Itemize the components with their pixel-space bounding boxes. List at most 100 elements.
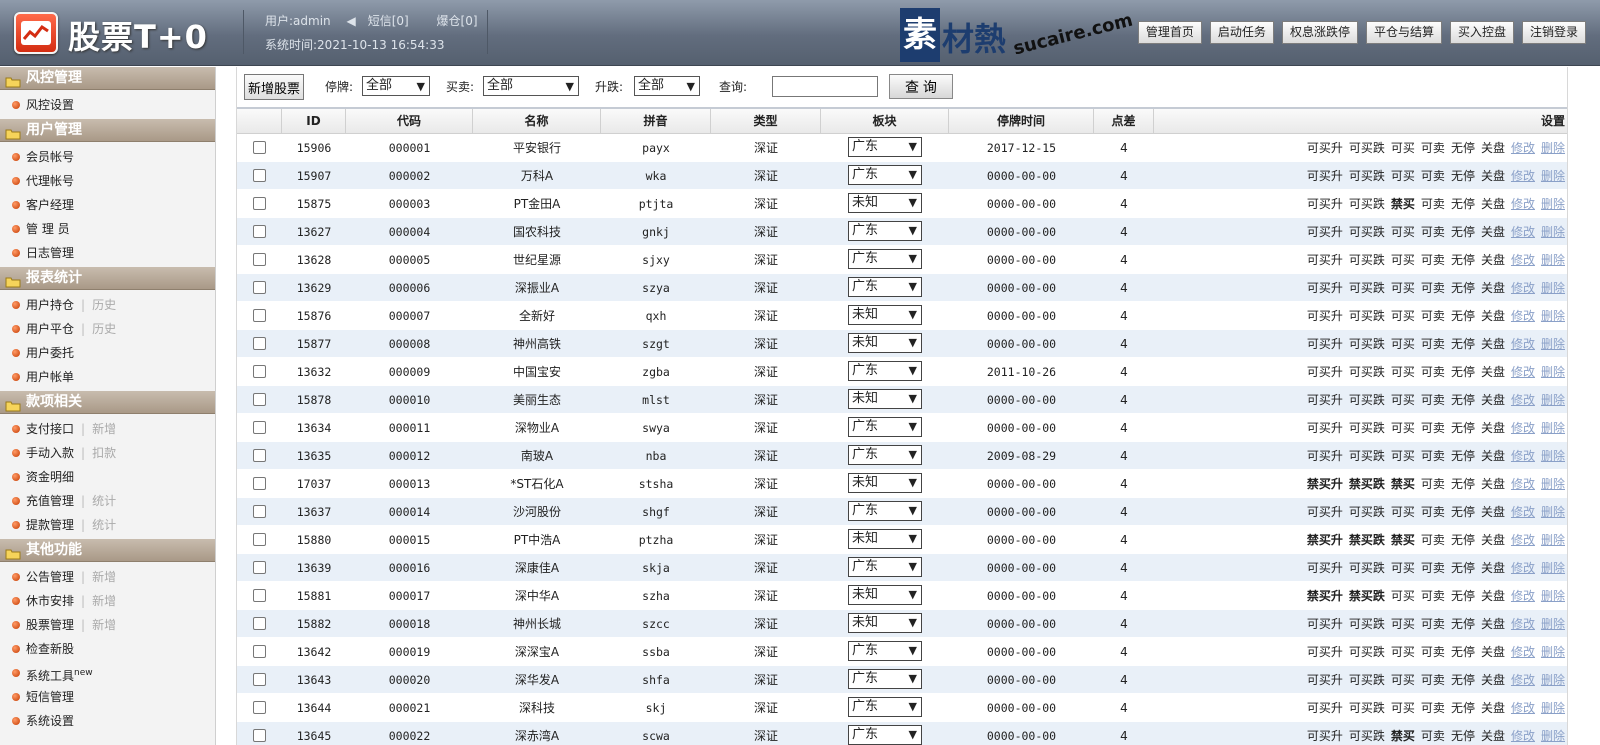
plate-select[interactable]: 广东 ▼ [848,361,922,381]
sidebar-item-label[interactable]: 用户平仓 [26,322,74,336]
sidebar-item-label[interactable]: 用户帐单 [26,370,74,384]
suspend-select[interactable]: 全部 ▼ [362,76,430,96]
toggle-action[interactable]: 可买跌 [1349,393,1385,407]
row-checkbox[interactable] [253,421,266,434]
edit-link[interactable]: 修改 [1511,281,1535,295]
delete-link[interactable]: 删除 [1541,197,1565,211]
toggle-action[interactable]: 可卖 [1421,309,1445,323]
sidebar-item-label[interactable]: 公告管理 [26,570,74,584]
toggle-action[interactable]: 禁买 [1391,197,1415,211]
edit-link[interactable]: 修改 [1511,505,1535,519]
toggle-action[interactable]: 可买 [1391,673,1415,687]
edit-link[interactable]: 修改 [1511,421,1535,435]
burst-link[interactable]: 爆仓[0] [437,14,478,28]
toggle-action[interactable]: 关盘 [1481,197,1505,211]
toggle-action[interactable]: 可买跌 [1349,309,1385,323]
row-checkbox[interactable] [253,645,266,658]
toggle-action[interactable]: 可买升 [1307,337,1343,351]
sidebar-item-label[interactable]: 提款管理 [26,518,74,532]
plate-select[interactable]: 广东 ▼ [848,165,922,185]
toggle-action[interactable]: 可买 [1391,645,1415,659]
sidebar-item-label[interactable]: 用户持仓 [26,298,74,312]
search-button[interactable]: 查 询 [889,74,953,99]
edit-link[interactable]: 修改 [1511,561,1535,575]
sidebar-item-label[interactable]: 股票管理 [26,618,74,632]
sidebar-item[interactable]: 充值管理 | 统计 [0,489,215,513]
toggle-action[interactable]: 可买升 [1307,169,1343,183]
plate-select[interactable]: 广东 ▼ [848,669,922,689]
trade-select[interactable]: 全部 ▼ [483,76,579,96]
toggle-action[interactable]: 可买 [1391,589,1415,603]
toggle-action[interactable]: 可买跌 [1349,729,1385,743]
toggle-action[interactable]: 关盘 [1481,337,1505,351]
toggle-action[interactable]: 可买 [1391,449,1415,463]
delete-link[interactable]: 删除 [1541,421,1565,435]
row-checkbox[interactable] [253,505,266,518]
sidebar-item-label[interactable]: 休市安排 [26,594,74,608]
toggle-action[interactable]: 可买跌 [1349,365,1385,379]
close-settle-button[interactable]: 平仓与结算 [1365,21,1442,44]
row-checkbox[interactable] [253,589,266,602]
toggle-action[interactable]: 关盘 [1481,421,1505,435]
limit-updown-button[interactable]: 权息涨跌停 [1281,21,1358,44]
toggle-action[interactable]: 禁买 [1391,729,1415,743]
edit-link[interactable]: 修改 [1511,701,1535,715]
sidebar-section-header[interactable]: 其他功能 [0,539,215,562]
sidebar-item-label[interactable]: 管 理 员 [26,222,70,236]
edit-link[interactable]: 修改 [1511,225,1535,239]
sidebar-item[interactable]: 用户委托 [0,341,215,365]
toggle-action[interactable]: 可卖 [1421,701,1445,715]
edit-link[interactable]: 修改 [1511,645,1535,659]
plate-select[interactable]: 广东 ▼ [848,501,922,521]
toggle-action[interactable]: 关盘 [1481,533,1505,547]
toggle-action[interactable]: 无停 [1451,253,1475,267]
delete-link[interactable]: 删除 [1541,701,1565,715]
toggle-action[interactable]: 可买 [1391,337,1415,351]
toggle-action[interactable]: 可买升 [1307,393,1343,407]
toggle-action[interactable]: 可卖 [1421,561,1445,575]
sidebar-item[interactable]: 股票管理 | 新增 [0,613,215,637]
delete-link[interactable]: 删除 [1541,729,1565,743]
toggle-action[interactable]: 可卖 [1421,281,1445,295]
sidebar-sub-link[interactable]: 新增 [92,618,116,632]
sidebar-sub-link[interactable]: 扣款 [92,446,116,460]
toggle-action[interactable]: 可买跌 [1349,449,1385,463]
toggle-action[interactable]: 关盘 [1481,309,1505,323]
delete-link[interactable]: 删除 [1541,505,1565,519]
delete-link[interactable]: 删除 [1541,533,1565,547]
delete-link[interactable]: 删除 [1541,561,1565,575]
row-checkbox[interactable] [253,253,266,266]
sidebar-section-header[interactable]: 风控管理 [0,67,215,90]
toggle-action[interactable]: 无停 [1451,729,1475,743]
toggle-action[interactable]: 无停 [1451,701,1475,715]
toggle-action[interactable]: 可卖 [1421,477,1445,491]
toggle-action[interactable]: 可买跌 [1349,197,1385,211]
delete-link[interactable]: 删除 [1541,141,1565,155]
toggle-action[interactable]: 可买 [1391,393,1415,407]
toggle-action[interactable]: 可买 [1391,701,1415,715]
sidebar-sub-link[interactable]: 新增 [92,594,116,608]
delete-link[interactable]: 删除 [1541,169,1565,183]
toggle-action[interactable]: 无停 [1451,589,1475,603]
toggle-action[interactable]: 可卖 [1421,253,1445,267]
add-stock-button[interactable]: 新增股票 [244,74,305,100]
edit-link[interactable]: 修改 [1511,673,1535,687]
toggle-action[interactable]: 可买跌 [1349,225,1385,239]
sidebar-item-label[interactable]: 支付接口 [26,422,74,436]
plate-select[interactable]: 未知 ▼ [848,529,922,549]
toggle-action[interactable]: 可买跌 [1349,421,1385,435]
sidebar-item[interactable]: 管 理 员 [0,217,215,241]
sidebar-sub-link[interactable]: 统计 [92,494,116,508]
toggle-action[interactable]: 禁买升 [1307,477,1343,491]
toggle-action[interactable]: 可买 [1391,141,1415,155]
toggle-action[interactable]: 可买 [1391,169,1415,183]
sidebar-item[interactable]: 公告管理 | 新增 [0,565,215,589]
toggle-action[interactable]: 可买升 [1307,141,1343,155]
toggle-action[interactable]: 可卖 [1421,197,1445,211]
edit-link[interactable]: 修改 [1511,617,1535,631]
toggle-action[interactable]: 无停 [1451,477,1475,491]
delete-link[interactable]: 删除 [1541,393,1565,407]
sidebar-item-label[interactable]: 用户委托 [26,346,74,360]
row-checkbox[interactable] [253,197,266,210]
search-input[interactable] [772,76,878,97]
